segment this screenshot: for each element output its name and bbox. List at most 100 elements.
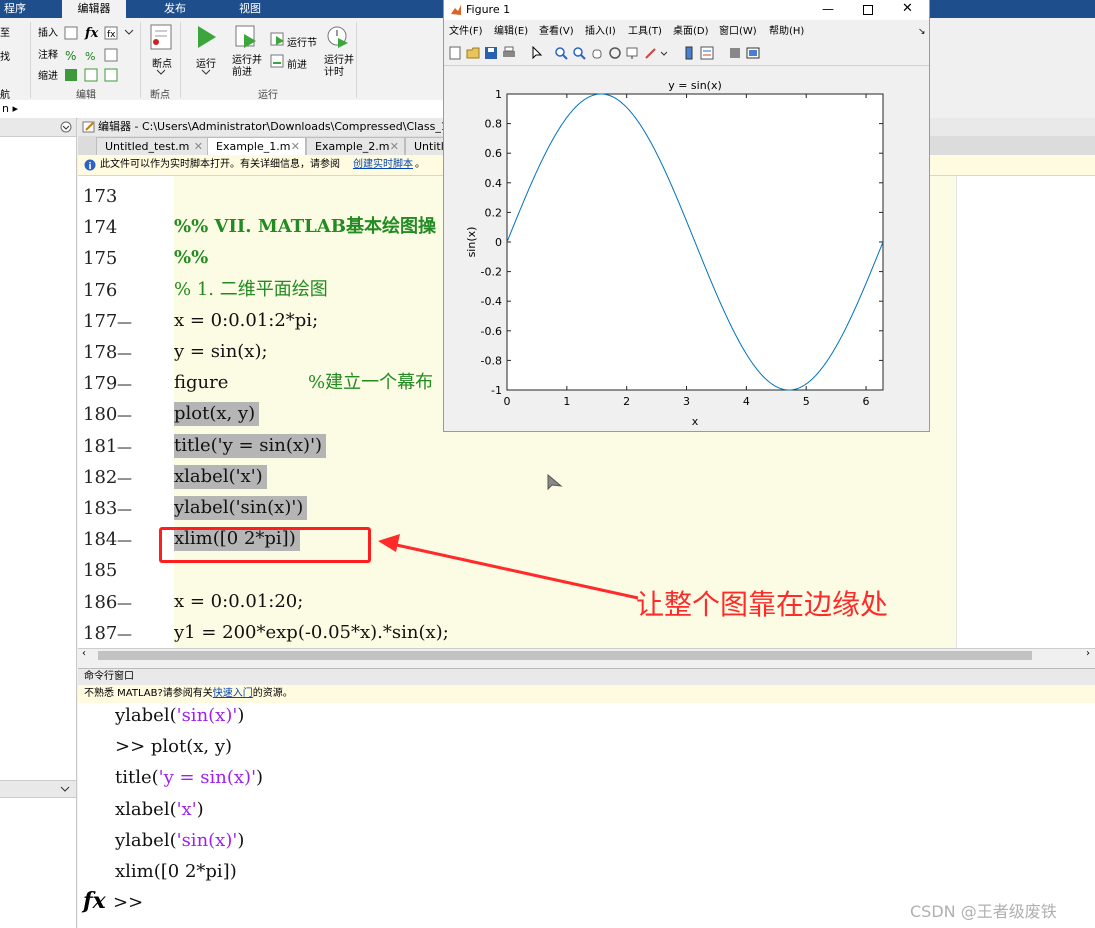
line-number[interactable]: 174 bbox=[83, 217, 133, 238]
data-cursor-icon[interactable] bbox=[626, 46, 640, 60]
inline-comment[interactable]: %建立一个幕布 bbox=[308, 371, 433, 395]
save-icon[interactable] bbox=[484, 46, 498, 60]
executable-line-marker[interactable]: — bbox=[117, 438, 132, 456]
legend-icon[interactable] bbox=[700, 46, 714, 60]
run-advance-icon[interactable] bbox=[234, 24, 258, 50]
executable-line-marker[interactable]: — bbox=[117, 469, 132, 487]
wrap-comment-icon[interactable] bbox=[104, 48, 118, 62]
fx-icon[interactable]: fx bbox=[84, 24, 102, 40]
tab-program[interactable]: 程序 bbox=[0, 0, 30, 18]
run-icon[interactable] bbox=[194, 24, 218, 50]
tab-editor[interactable]: 编辑器 bbox=[62, 0, 126, 18]
smart-indent-icon[interactable] bbox=[64, 68, 78, 82]
tab-untitled[interactable]: Untitl bbox=[405, 137, 445, 155]
comment-button[interactable]: 注释 bbox=[38, 46, 58, 61]
advance-icon[interactable] bbox=[270, 54, 286, 68]
chevron-down-icon[interactable] bbox=[60, 785, 70, 793]
decrease-indent-icon[interactable] bbox=[104, 68, 118, 82]
fx-prompt-icon[interactable]: fx bbox=[83, 888, 106, 914]
executable-line-marker[interactable]: — bbox=[117, 625, 132, 643]
brush-icon[interactable] bbox=[644, 46, 658, 60]
executable-line-marker[interactable]: — bbox=[117, 406, 132, 424]
menu-edit[interactable]: 编辑(E) bbox=[494, 22, 528, 42]
code-line[interactable]: title('y = sin(x)') bbox=[174, 433, 327, 458]
insert-button[interactable]: 插入 bbox=[38, 24, 58, 39]
tab-untitled-test[interactable]: Untitled_test.m ✕ bbox=[96, 137, 209, 155]
getting-started-link[interactable]: 快速入门 bbox=[213, 688, 253, 699]
zoom-in-icon[interactable] bbox=[554, 46, 568, 60]
print-icon[interactable] bbox=[502, 46, 516, 60]
indent-button[interactable]: 缩进 bbox=[38, 67, 58, 82]
menu-file[interactable]: 文件(F) bbox=[449, 22, 483, 42]
colorbar-icon[interactable] bbox=[682, 46, 696, 60]
code-line[interactable]: x = 0:0.01:2*pi; bbox=[174, 309, 318, 333]
rotate-3d-icon[interactable] bbox=[608, 46, 622, 60]
executable-line-marker[interactable]: — bbox=[117, 313, 132, 331]
menu-window[interactable]: 窗口(W) bbox=[719, 22, 757, 42]
open-file-icon[interactable] bbox=[466, 46, 480, 60]
executable-line-marker[interactable]: — bbox=[117, 531, 132, 549]
figure-plot-area[interactable]: y = sin(x) x sin(x) 0 1 2 3 4 5 6 1 0.8 0.6 0.4 0.2… bbox=[444, 66, 929, 431]
show-plot-tools-icon[interactable] bbox=[746, 46, 760, 60]
code-line[interactable]: ylabel('sin(x)') bbox=[174, 496, 308, 520]
close-icon[interactable]: ✕ bbox=[902, 0, 913, 19]
insert-icon[interactable] bbox=[64, 26, 78, 40]
code-line[interactable]: %% VII. MATLAB基本绘图操 bbox=[174, 215, 436, 239]
line-number[interactable]: 176 bbox=[83, 280, 133, 301]
uncomment-icon[interactable]: % bbox=[84, 48, 98, 62]
tab-example-2[interactable]: Example_2.m ✕ bbox=[306, 137, 405, 155]
breakpoint-icon[interactable] bbox=[150, 24, 172, 50]
zoom-out-icon[interactable] bbox=[572, 46, 586, 60]
close-icon[interactable]: ✕ bbox=[291, 138, 300, 156]
current-folder-panel[interactable] bbox=[0, 118, 77, 928]
current-folder-bar[interactable]: n ▸ bbox=[0, 100, 445, 119]
line-number[interactable]: 173 bbox=[83, 186, 133, 207]
chevron-down-icon[interactable] bbox=[658, 46, 672, 60]
chevron-down-icon[interactable] bbox=[156, 68, 166, 76]
tab-view[interactable]: 视图 bbox=[215, 0, 285, 18]
command-prompt[interactable]: >> bbox=[113, 892, 143, 913]
menu-view[interactable]: 查看(V) bbox=[539, 22, 574, 42]
run-section-button[interactable]: 运行节 bbox=[287, 34, 317, 49]
menu-tools[interactable]: 工具(T) bbox=[628, 22, 662, 42]
code-line[interactable]: % 1. 二维平面绘图 bbox=[174, 278, 328, 302]
run-and-time-button[interactable]: 运行并 计时 bbox=[324, 55, 354, 79]
code-line[interactable]: figure bbox=[174, 371, 228, 395]
executable-line-marker[interactable]: — bbox=[117, 594, 132, 612]
code-line[interactable]: %% bbox=[174, 246, 208, 270]
close-icon[interactable]: ✕ bbox=[194, 138, 203, 156]
hide-plot-tools-icon[interactable] bbox=[728, 46, 742, 60]
code-line[interactable]: y1 = 200*exp(-0.05*x).*sin(x); bbox=[174, 621, 449, 645]
run-advance-button[interactable]: 运行并 前进 bbox=[232, 55, 262, 79]
run-and-time-icon[interactable] bbox=[326, 24, 350, 50]
tab-publish[interactable]: 发布 bbox=[140, 0, 210, 18]
increase-indent-icon[interactable] bbox=[84, 68, 98, 82]
scroll-right-icon[interactable]: › bbox=[1086, 648, 1090, 659]
pointer-icon[interactable] bbox=[530, 46, 544, 60]
chevron-down-icon[interactable] bbox=[201, 68, 211, 76]
chevron-down-icon[interactable] bbox=[124, 28, 134, 36]
menu-insert[interactable]: 插入(I) bbox=[585, 22, 616, 42]
menu-desktop[interactable]: 桌面(D) bbox=[673, 22, 709, 42]
code-line[interactable]: y = sin(x); bbox=[174, 340, 268, 364]
function-icon[interactable]: fx bbox=[104, 26, 118, 40]
executable-line-marker[interactable]: — bbox=[117, 344, 132, 362]
advance-button[interactable]: 前进 bbox=[287, 56, 307, 71]
pan-hand-icon[interactable] bbox=[590, 46, 604, 60]
code-line[interactable]: xlabel('x') bbox=[174, 464, 267, 489]
panel-menu-icon[interactable] bbox=[60, 121, 72, 133]
scroll-left-icon[interactable]: ‹ bbox=[82, 648, 86, 659]
code-line[interactable]: x = 0:0.01:20; bbox=[174, 590, 303, 614]
tab-example-1[interactable]: Example_1.m ✕ bbox=[207, 137, 306, 155]
code-line[interactable]: plot(x, y) bbox=[174, 402, 260, 427]
run-section-icon[interactable] bbox=[270, 32, 286, 46]
percent-icon[interactable]: % bbox=[64, 48, 78, 62]
new-figure-icon[interactable] bbox=[448, 46, 462, 60]
line-number[interactable]: 175 bbox=[83, 248, 133, 269]
minimize-icon[interactable]: — bbox=[822, 0, 834, 19]
horizontal-scroll-thumb[interactable] bbox=[98, 651, 1032, 660]
create-live-script-link[interactable]: 创建实时脚本 bbox=[353, 155, 413, 175]
executable-line-marker[interactable]: — bbox=[117, 500, 132, 518]
close-icon[interactable]: ✕ bbox=[390, 138, 399, 156]
line-number[interactable]: 185 bbox=[83, 560, 133, 581]
